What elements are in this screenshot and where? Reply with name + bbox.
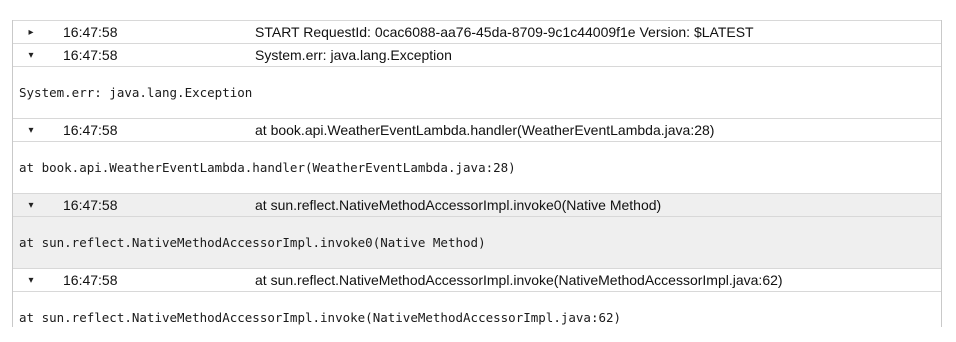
event-detail: at book.api.WeatherEventLambda.handler(W… (13, 142, 941, 194)
event-detail: System.err: java.lang.Exception (13, 67, 941, 119)
event-timestamp: 16:47:58 (63, 122, 118, 138)
event-timestamp: 16:47:58 (63, 197, 118, 213)
collapse-caret-icon[interactable]: ▾ (21, 125, 41, 136)
log-event-row[interactable]: ▾ 16:47:58 at book.api.WeatherEventLambd… (13, 119, 941, 142)
log-event-row[interactable]: ▸ 16:47:58 START RequestId: 0cac6088-aa7… (13, 20, 941, 44)
collapse-caret-icon[interactable]: ▾ (21, 50, 41, 61)
event-message: START RequestId: 0cac6088-aa76-45da-8709… (255, 24, 754, 40)
event-timestamp: 16:47:58 (63, 24, 118, 40)
event-message: at sun.reflect.NativeMethodAccessorImpl.… (255, 272, 783, 288)
event-detail: at sun.reflect.NativeMethodAccessorImpl.… (13, 217, 941, 269)
collapse-caret-icon[interactable]: ▾ (21, 200, 41, 211)
expand-caret-icon[interactable]: ▸ (21, 27, 41, 38)
log-event-row[interactable]: ▾ 16:47:58 at sun.reflect.NativeMethodAc… (13, 269, 941, 292)
event-message: at book.api.WeatherEventLambda.handler(W… (255, 122, 715, 138)
log-events-panel: ▸ 16:47:58 START RequestId: 0cac6088-aa7… (12, 20, 942, 327)
collapse-caret-icon[interactable]: ▾ (21, 275, 41, 286)
event-message: at sun.reflect.NativeMethodAccessorImpl.… (255, 197, 662, 213)
log-event-row[interactable]: ▾ 16:47:58 System.err: java.lang.Excepti… (13, 44, 941, 67)
event-message: System.err: java.lang.Exception (255, 47, 452, 63)
event-timestamp: 16:47:58 (63, 272, 118, 288)
log-event-row[interactable]: ▾ 16:47:58 at sun.reflect.NativeMethodAc… (13, 194, 941, 217)
event-detail: at sun.reflect.NativeMethodAccessorImpl.… (19, 309, 622, 325)
event-timestamp: 16:47:58 (63, 47, 118, 63)
